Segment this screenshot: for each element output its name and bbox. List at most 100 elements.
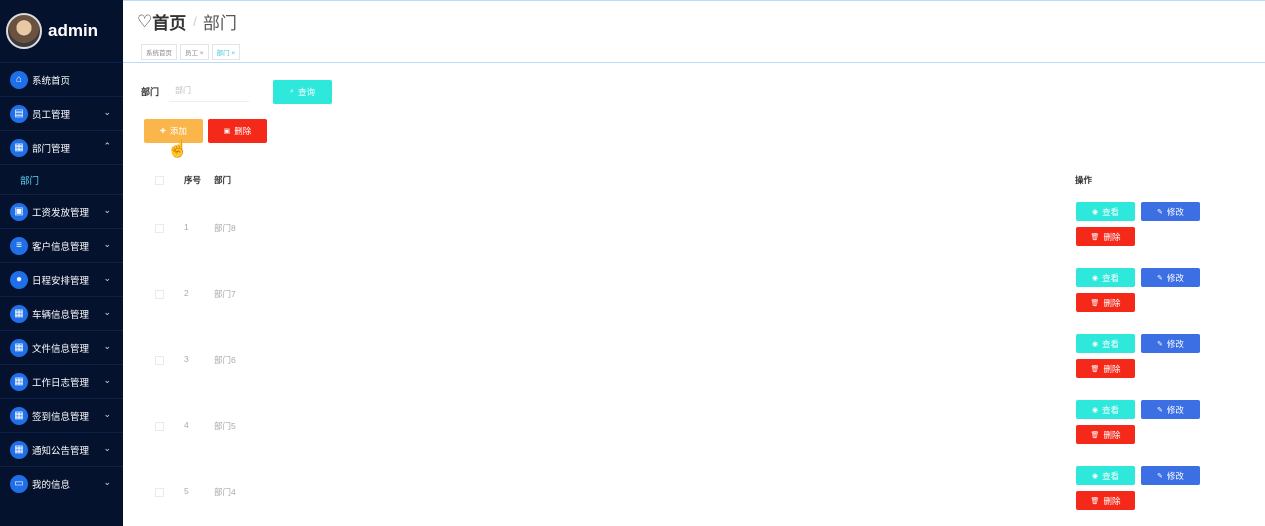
brand: admin	[0, 0, 123, 62]
edit-icon: ✎	[1157, 406, 1163, 414]
header-name: 部门	[214, 175, 232, 185]
pin-icon: ●	[10, 270, 28, 289]
search-label: 部门	[141, 86, 160, 97]
row-index: 1	[184, 222, 189, 232]
sidebar-item-label: 我的信息	[32, 479, 71, 491]
chevron-icon: ⌄	[103, 341, 111, 351]
row-checkbox[interactable]	[155, 356, 164, 365]
plus-icon: ✚	[160, 128, 166, 135]
tab[interactable]: 部门 ×	[211, 44, 241, 60]
chevron-icon: ⌄	[103, 107, 111, 117]
header-action: 操作	[1075, 175, 1093, 185]
search-input[interactable]: 部门	[169, 80, 250, 102]
grid-icon: ▦	[10, 304, 28, 323]
edit-icon: ✎	[1157, 340, 1163, 348]
delete-icon: ▣	[223, 128, 231, 135]
breadcrumb-separator: /	[193, 14, 197, 29]
row-checkbox[interactable]	[155, 224, 164, 233]
row-index: 5	[184, 486, 189, 496]
bulk-delete-button-label: 删除	[234, 126, 252, 136]
sidebar-subitem-department[interactable]: 部门	[0, 164, 123, 194]
query-button[interactable]: ⌕ 查询	[273, 80, 332, 104]
row-index: 2	[184, 288, 189, 298]
delete-button[interactable]: 🗑 删除	[1076, 425, 1135, 444]
sidebar-item[interactable]: ▦ 车辆信息管理 ⌄	[0, 296, 123, 330]
sidebar-item-label: 员工管理	[32, 109, 71, 121]
delete-button-label: 删除	[1103, 363, 1121, 374]
grid-icon: ▦	[10, 440, 28, 459]
select-all-checkbox[interactable]	[155, 176, 164, 185]
sidebar-item[interactable]: ▣ 工资发放管理 ⌄	[0, 194, 123, 228]
breadcrumb-home[interactable]: 首页	[152, 9, 186, 34]
sidebar-item[interactable]: ▦ 部门管理 ⌃	[0, 130, 123, 164]
trash-icon: 🗑	[1090, 431, 1100, 439]
chevron-icon: ⌄	[103, 239, 111, 249]
card-icon: ▤	[10, 104, 28, 123]
chevron-icon: ⌄	[103, 307, 111, 317]
view-button[interactable]: ◉ 查看	[1076, 202, 1135, 221]
edit-icon: ✎	[1157, 208, 1163, 216]
sidebar-item[interactable]: ▦ 通知公告管理 ⌄	[0, 432, 123, 466]
delete-button-label: 删除	[1103, 429, 1121, 440]
edit-button[interactable]: ✎ 修改	[1141, 466, 1200, 485]
tab[interactable]: 员工 ×	[180, 44, 209, 60]
sidebar-item[interactable]: ≡ 客户信息管理 ⌄	[0, 228, 123, 262]
eye-icon: ◉	[1091, 208, 1099, 216]
delete-button[interactable]: 🗑 删除	[1076, 227, 1135, 246]
row-name: 部门8	[214, 223, 236, 233]
sidebar-item-label: 文件信息管理	[32, 343, 90, 355]
chevron-icon: ⌄	[103, 477, 111, 487]
sidebar-item[interactable]: ▤ 员工管理 ⌄	[0, 96, 123, 130]
edit-button[interactable]: ✎ 修改	[1141, 202, 1200, 221]
avatar[interactable]	[6, 13, 42, 49]
sidebar-item-label: 日程安排管理	[32, 275, 90, 287]
row-index: 4	[184, 420, 189, 430]
delete-button[interactable]: 🗑 删除	[1076, 491, 1135, 510]
eye-icon: ◉	[1091, 406, 1099, 414]
delete-button-label: 删除	[1103, 297, 1121, 308]
edit-button[interactable]: ✎ 修改	[1141, 400, 1200, 419]
sidebar-item[interactable]: ● 日程安排管理 ⌄	[0, 262, 123, 296]
delete-button[interactable]: 🗑 删除	[1076, 359, 1135, 378]
row-checkbox[interactable]	[155, 422, 164, 431]
chevron-icon: ⌄	[103, 409, 111, 419]
header-index: 序号	[184, 175, 202, 185]
view-button[interactable]: ◉ 查看	[1076, 466, 1135, 485]
view-button-label: 查看	[1102, 404, 1120, 415]
tab[interactable]: 系统首页	[141, 44, 177, 60]
grid-icon: ▦	[10, 138, 28, 157]
delete-button[interactable]: 🗑 删除	[1076, 293, 1135, 312]
query-button-label: 查询	[297, 87, 315, 97]
edit-button-label: 修改	[1166, 404, 1184, 415]
bulk-delete-button[interactable]: ▣ 删除	[208, 119, 267, 143]
sidebar-item[interactable]: ▦ 文件信息管理 ⌄	[0, 330, 123, 364]
row-checkbox[interactable]	[155, 290, 164, 299]
trash-icon: 🗑	[1090, 233, 1100, 241]
row-name: 部门5	[214, 421, 236, 431]
row-name: 部门7	[214, 289, 236, 299]
eye-icon: ◉	[1091, 340, 1099, 348]
edit-button[interactable]: ✎ 修改	[1141, 334, 1200, 353]
eye-icon: ◉	[1091, 472, 1099, 480]
view-button[interactable]: ◉ 查看	[1076, 334, 1135, 353]
row-checkbox[interactable]	[155, 488, 164, 497]
view-button[interactable]: ◉ 查看	[1076, 268, 1135, 287]
clipboard-icon: ▣	[10, 202, 28, 221]
sidebar-item[interactable]: ▦ 签到信息管理 ⌄	[0, 398, 123, 432]
edit-button[interactable]: ✎ 修改	[1141, 268, 1200, 287]
grid-icon: ▦	[10, 406, 28, 425]
sidebar-item[interactable]: ▭ 我的信息 ⌄	[0, 466, 123, 500]
home-icon: ⌂	[10, 70, 28, 89]
brand-name: admin	[48, 21, 99, 40]
sidebar: admin ⌂ 系统首页 ▤ 员工管理 ⌄ ▦ 部门管理 ⌃ 部门 ▣ 工资发放管理 ⌄ ≡ 客户信息管理…	[0, 0, 123, 526]
delete-button-label: 删除	[1103, 231, 1121, 242]
trash-icon: 🗑	[1090, 497, 1100, 505]
view-button[interactable]: ◉ 查看	[1076, 400, 1135, 419]
grid-icon: ▦	[10, 372, 28, 391]
sidebar-item[interactable]: ▦ 工作日志管理 ⌄	[0, 364, 123, 398]
sidebar-menu: ⌂ 系统首页 ▤ 员工管理 ⌄ ▦ 部门管理 ⌃ 部门 ▣ 工资发放管理 ⌄ ≡ 客户信息管理 ⌄ ● 日程安排…	[0, 62, 123, 500]
main-content: ♡ 首页 / 部门 系统首页 员工 × 部门 × 部门 部门 ⌕ 查询 ✚ 添加 ▣…	[123, 0, 1265, 526]
sidebar-item[interactable]: ⌂ 系统首页	[0, 62, 123, 96]
view-button-label: 查看	[1102, 206, 1120, 217]
chevron-icon: ⌄	[103, 273, 111, 283]
